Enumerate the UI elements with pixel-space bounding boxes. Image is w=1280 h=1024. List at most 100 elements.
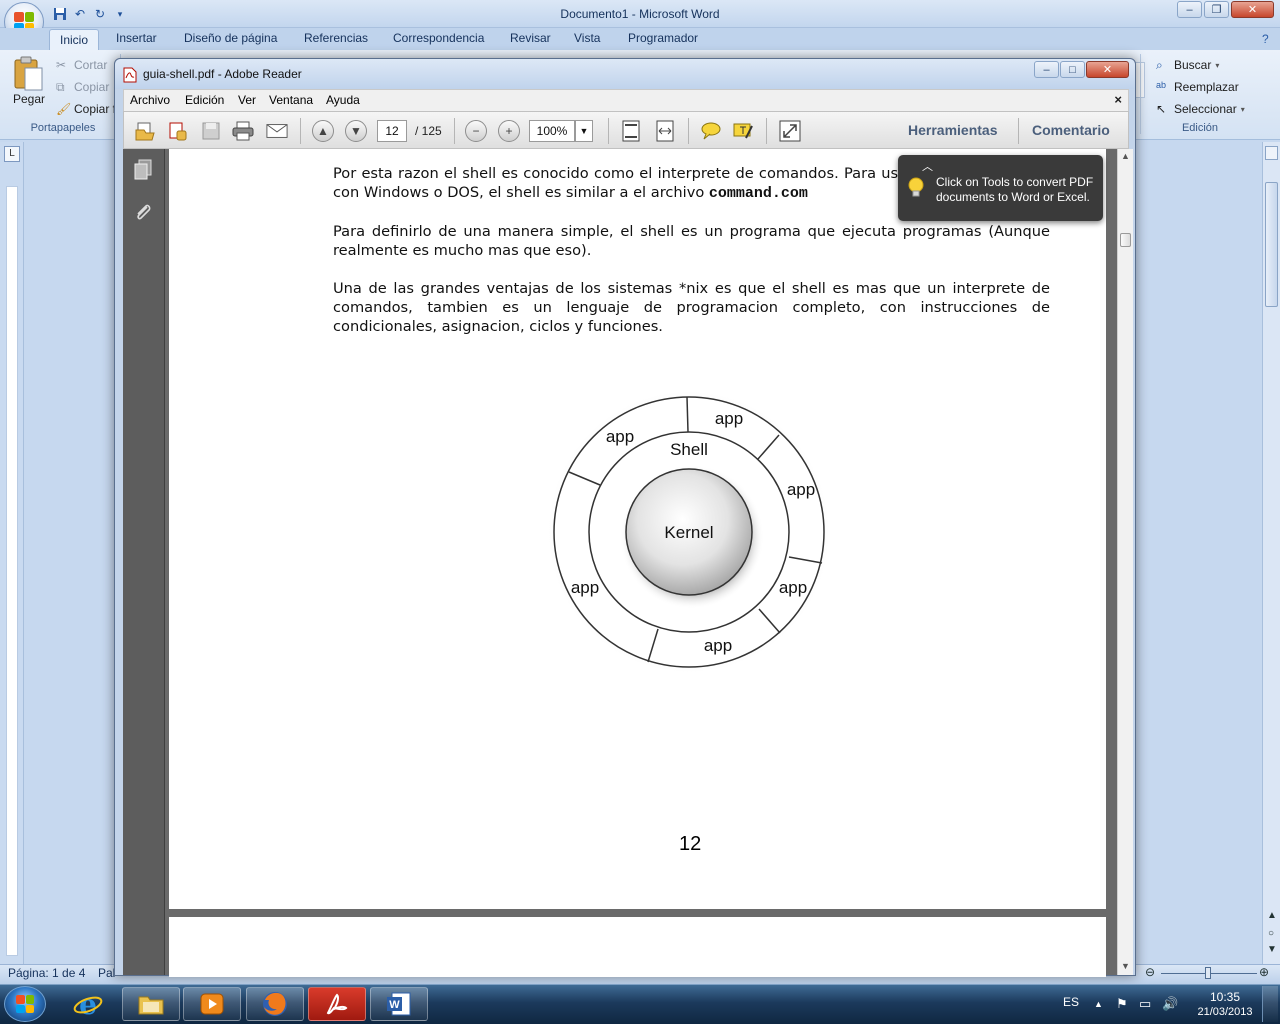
media-player-taskbar-button[interactable]: [183, 987, 241, 1021]
tab-selector-button[interactable]: L: [4, 146, 20, 162]
menu-archivo[interactable]: Archivo: [130, 93, 170, 107]
zoom-dropdown-icon[interactable]: ▼: [575, 120, 593, 142]
next-page-icon[interactable]: ▼: [1267, 944, 1277, 955]
reader-scroll-thumb[interactable]: [1120, 233, 1131, 247]
cursor-icon: ↖: [1156, 102, 1167, 116]
zoom-level-input[interactable]: 100%: [529, 120, 575, 142]
highlight-text-icon[interactable]: [732, 120, 754, 142]
menu-ayuda[interactable]: Ayuda: [326, 93, 360, 107]
previous-page-button[interactable]: ▲: [312, 120, 334, 142]
reader-minimize-button[interactable]: –: [1034, 61, 1059, 78]
menu-ver[interactable]: Ver: [238, 93, 256, 107]
tools-pane-button[interactable]: Herramientas: [908, 122, 998, 138]
help-icon[interactable]: ?: [1262, 32, 1269, 46]
adobe-reader-taskbar-button[interactable]: [308, 987, 366, 1021]
comment-pane-button[interactable]: Comentario: [1032, 122, 1110, 138]
tab-correspondencia[interactable]: Correspondencia: [393, 31, 484, 45]
word-close-button[interactable]: ✕: [1231, 1, 1274, 18]
save-file-icon[interactable]: [200, 120, 222, 142]
toolbar-separator: [608, 118, 609, 144]
undo-icon[interactable]: ↶: [72, 6, 88, 22]
zoom-in-icon[interactable]: ⊕: [1259, 965, 1269, 979]
word-minimize-button[interactable]: –: [1177, 1, 1202, 18]
menu-ventana[interactable]: Ventana: [269, 93, 313, 107]
tab-referencias[interactable]: Referencias: [304, 31, 368, 45]
tab-diseno-pagina[interactable]: Diseño de página: [184, 31, 277, 45]
zoom-in-button[interactable]: +: [498, 120, 520, 142]
copy-button[interactable]: ⧉ Copiar: [56, 80, 109, 94]
format-painter-button[interactable]: 🖌 Copiar f: [56, 102, 116, 116]
tab-revisar[interactable]: Revisar: [510, 31, 551, 45]
explorer-taskbar-button[interactable]: [122, 987, 180, 1021]
open-file-icon[interactable]: [134, 120, 156, 142]
select-dropdown-icon: ▾: [1240, 104, 1245, 114]
ruler-toggle-icon[interactable]: [1265, 146, 1278, 160]
tab-programador[interactable]: Programador: [628, 31, 698, 45]
tab-vista[interactable]: Vista: [574, 31, 600, 45]
word-vertical-scrollbar[interactable]: ▲ ○ ▼: [1262, 142, 1280, 964]
select-button[interactable]: ↖ Seleccionar ▾: [1156, 102, 1245, 116]
toolbar-separator: [766, 118, 767, 144]
zoom-out-icon[interactable]: ⊖: [1145, 965, 1155, 979]
fit-width-icon[interactable]: [654, 120, 676, 142]
firefox-taskbar-button[interactable]: [246, 987, 304, 1021]
attachments-icon[interactable]: [133, 201, 153, 226]
next-page-button[interactable]: ▼: [345, 120, 367, 142]
status-page-count[interactable]: Página: 1 de 4: [8, 966, 85, 980]
kernel-label: Kernel: [664, 523, 713, 542]
cut-button[interactable]: ✂ Cortar: [56, 58, 107, 72]
word-taskbar-button[interactable]: W: [370, 987, 428, 1021]
clock-time[interactable]: 10:35: [1196, 990, 1254, 1004]
prev-page-icon[interactable]: ▲: [1267, 910, 1277, 921]
reader-vertical-scrollbar[interactable]: ▲ ▼: [1117, 149, 1133, 975]
action-center-flag-icon[interactable]: ⚑: [1116, 996, 1128, 1012]
reader-close-button[interactable]: ✕: [1086, 61, 1129, 78]
create-pdf-icon[interactable]: [166, 120, 188, 142]
lightbulb-icon: [908, 177, 924, 202]
page-number-input[interactable]: 12: [377, 120, 407, 142]
find-button[interactable]: ⌕ Buscar ▾: [1156, 58, 1219, 72]
close-document-icon[interactable]: ×: [1114, 92, 1122, 107]
start-button[interactable]: [4, 986, 46, 1022]
page-thumbnails-icon[interactable]: [133, 159, 153, 184]
status-word-count[interactable]: Pal: [98, 966, 115, 980]
print-icon[interactable]: [232, 120, 254, 142]
paste-icon[interactable]: [12, 56, 44, 92]
show-hidden-icons-icon[interactable]: ▲: [1094, 999, 1103, 1009]
customize-qat-icon[interactable]: ▾: [112, 6, 128, 22]
tab-insertar[interactable]: Insertar: [116, 31, 157, 45]
save-icon[interactable]: [52, 6, 68, 22]
reader-maximize-button[interactable]: □: [1060, 61, 1085, 78]
replace-button[interactable]: ab Reemplazar: [1156, 80, 1239, 94]
email-icon[interactable]: [266, 120, 288, 142]
network-icon[interactable]: ▭: [1139, 996, 1151, 1012]
menu-edicion[interactable]: Edición: [185, 93, 224, 107]
scroll-up-icon[interactable]: ▲: [1121, 151, 1130, 161]
toolbar-separator: [1018, 118, 1019, 144]
reader-title-bar: guia-shell.pdf - Adobe Reader – □ ✕: [115, 59, 1135, 89]
zoom-thumb[interactable]: [1205, 967, 1211, 979]
word-restore-button[interactable]: ❐: [1204, 1, 1229, 18]
browse-object-icon[interactable]: ○: [1268, 928, 1274, 939]
sticky-note-icon[interactable]: [700, 120, 722, 142]
clock-date[interactable]: 21/03/2013: [1196, 1006, 1254, 1018]
tab-inicio[interactable]: Inicio: [49, 29, 100, 51]
next-pdf-page: [169, 917, 1106, 977]
redo-icon[interactable]: ↻: [92, 6, 108, 22]
volume-icon[interactable]: 🔊: [1162, 996, 1178, 1012]
input-language-indicator[interactable]: ES: [1063, 995, 1079, 1009]
paste-button[interactable]: Pegar: [13, 92, 45, 106]
zoom-slider[interactable]: ⊖ ⊕: [1145, 965, 1273, 980]
zoom-out-button[interactable]: −: [465, 120, 487, 142]
internet-explorer-icon[interactable]: e: [62, 987, 114, 1021]
full-screen-icon[interactable]: [779, 120, 801, 142]
scroll-down-icon[interactable]: ▼: [1121, 961, 1130, 971]
show-desktop-button[interactable]: [1262, 986, 1278, 1022]
word-scroll-thumb[interactable]: [1265, 182, 1278, 307]
adobe-reader-icon: [326, 993, 348, 1015]
fit-page-icon[interactable]: [620, 120, 642, 142]
page-number-footer: 12: [679, 833, 702, 855]
select-label: Seleccionar: [1174, 102, 1237, 116]
convert-pdf-tooltip[interactable]: ︿ Click on Tools to convert PDF document…: [898, 155, 1103, 221]
pdf-file-icon: [123, 67, 137, 83]
